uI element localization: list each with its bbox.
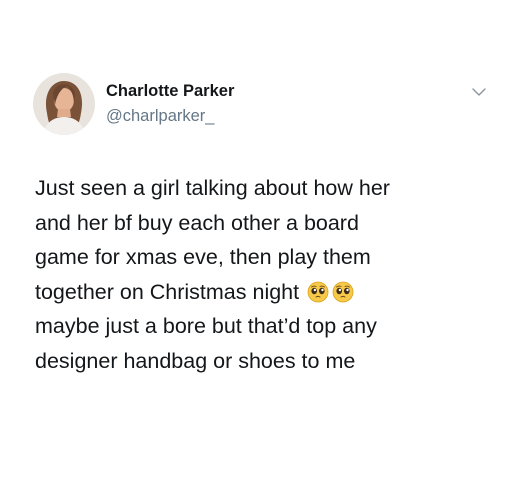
chevron-down-icon[interactable] bbox=[471, 84, 487, 100]
tweet-line-text: together on Christmas night bbox=[35, 279, 300, 304]
pleading-face-emoji bbox=[332, 281, 354, 303]
display-name[interactable]: Charlotte Parker bbox=[106, 82, 234, 101]
avatar[interactable] bbox=[33, 73, 95, 135]
pleading-face-emoji bbox=[307, 281, 329, 303]
tweet-line: maybe just a bore but that’d top any bbox=[35, 314, 377, 338]
tweet-line: designer handbag or shoes to me bbox=[35, 348, 356, 373]
profile-photo bbox=[33, 73, 95, 135]
tweet-card: Charlotte Parker @charlparker_ Just seen… bbox=[0, 0, 512, 477]
tweet-line: and her bf buy each other a board bbox=[35, 210, 359, 235]
user-handle[interactable]: @charlparker_ bbox=[106, 107, 214, 126]
tweet-line-with-emoji: together on Christmas night bbox=[35, 275, 495, 310]
tweet-line: game for xmas eve, then play them bbox=[35, 245, 371, 269]
tweet-line: Just seen a girl talking about how her bbox=[35, 176, 390, 200]
tweet-text: Just seen a girl talking about how her a… bbox=[35, 171, 495, 378]
